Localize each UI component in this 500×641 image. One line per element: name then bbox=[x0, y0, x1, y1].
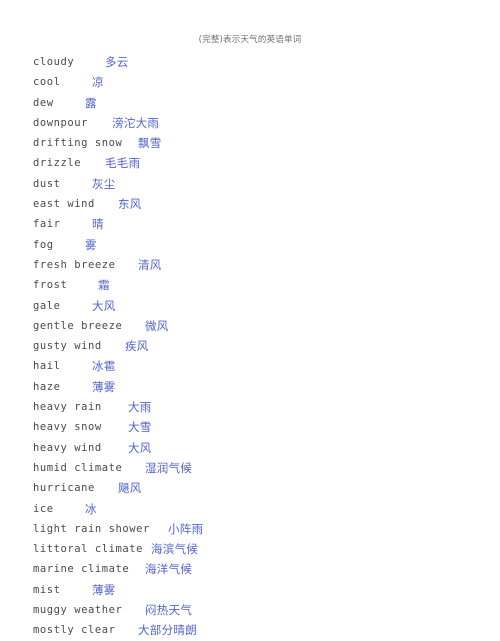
vocabulary-translation: 灰尘 bbox=[92, 176, 116, 191]
vocabulary-term: fresh breeze bbox=[33, 258, 116, 271]
vocabulary-list: cloudy 多云 cool 凉 dew 露 downpour 滂沱大雨 drifting sn… bbox=[33, 52, 493, 641]
vocabulary-translation: 滂沱大雨 bbox=[112, 115, 160, 130]
vocabulary-term: dust bbox=[33, 177, 61, 190]
vocabulary-row: east wind 东风 bbox=[33, 194, 493, 214]
vocabulary-translation: 大雪 bbox=[128, 420, 152, 435]
vocabulary-term: gusty wind bbox=[33, 340, 102, 353]
vocabulary-row: mostly clear 大部分晴朗 bbox=[33, 620, 493, 640]
page-title: (完整)表示天气的英语单词 bbox=[198, 35, 302, 45]
vocabulary-term: haze bbox=[33, 380, 61, 393]
vocabulary-term: downpour bbox=[33, 116, 88, 129]
vocabulary-row: fog 雾 bbox=[33, 235, 493, 255]
vocabulary-term: frost bbox=[33, 279, 68, 292]
vocabulary-translation: 疾风 bbox=[125, 339, 149, 354]
vocabulary-row: light rain shower 小阵雨 bbox=[33, 519, 493, 539]
vocabulary-term: heavy wind bbox=[33, 441, 102, 454]
vocabulary-row: heavy snow 大雪 bbox=[33, 417, 493, 437]
vocabulary-row: drizzle 毛毛雨 bbox=[33, 153, 493, 173]
vocabulary-translation: 微风 bbox=[145, 318, 169, 333]
vocabulary-term: drifting snow bbox=[33, 137, 123, 150]
vocabulary-term: light rain shower bbox=[33, 522, 150, 535]
vocabulary-translation: 飘雪 bbox=[138, 136, 162, 151]
vocabulary-translation: 大部分晴朗 bbox=[138, 623, 197, 638]
vocabulary-term: marine climate bbox=[33, 563, 130, 576]
vocabulary-term: cloudy bbox=[33, 56, 75, 68]
vocabulary-translation: 大风 bbox=[92, 298, 116, 313]
vocabulary-translation: 大风 bbox=[128, 440, 152, 455]
vocabulary-row: heavy wind 大风 bbox=[33, 438, 493, 458]
vocabulary-term: east wind bbox=[33, 198, 95, 211]
vocabulary-translation: 晴 bbox=[92, 217, 104, 232]
vocabulary-row: fair 晴 bbox=[33, 214, 493, 234]
vocabulary-row: dust 灰尘 bbox=[33, 174, 493, 194]
vocabulary-term: humid climate bbox=[33, 461, 123, 474]
vocabulary-translation: 飓风 bbox=[118, 481, 142, 496]
vocabulary-translation: 冰 bbox=[85, 501, 97, 516]
vocabulary-row: haze 薄雾 bbox=[33, 377, 493, 397]
vocabulary-translation: 薄雾 bbox=[92, 379, 116, 394]
vocabulary-row: dew 露 bbox=[33, 93, 493, 113]
vocabulary-translation: 清风 bbox=[138, 257, 162, 272]
vocabulary-row: hail 冰雹 bbox=[33, 356, 493, 376]
vocabulary-term: muggy weather bbox=[33, 604, 123, 617]
vocabulary-row: muggy weather 闷热天气 bbox=[33, 600, 493, 620]
vocabulary-term: hurricane bbox=[33, 482, 95, 495]
vocabulary-translation: 毛毛雨 bbox=[105, 156, 141, 171]
vocabulary-term: gentle breeze bbox=[33, 319, 123, 332]
vocabulary-row: humid climate 湿润气候 bbox=[33, 458, 493, 478]
vocabulary-term: mostly clear bbox=[33, 624, 116, 637]
vocabulary-term: heavy snow bbox=[33, 421, 102, 434]
vocabulary-translation: 海滨气候 bbox=[151, 542, 199, 557]
vocabulary-term: dew bbox=[33, 96, 54, 109]
vocabulary-translation: 凉 bbox=[92, 75, 104, 90]
vocabulary-translation: 霜 bbox=[98, 278, 110, 293]
vocabulary-translation: 冰雹 bbox=[92, 359, 116, 374]
vocabulary-row: gentle breeze 微风 bbox=[33, 316, 493, 336]
vocabulary-row: ice 冰 bbox=[33, 499, 493, 519]
vocabulary-translation: 东风 bbox=[118, 197, 142, 212]
vocabulary-translation: 海洋气候 bbox=[145, 562, 193, 577]
vocabulary-term: littoral climate bbox=[33, 543, 143, 556]
vocabulary-term: fog bbox=[33, 238, 54, 251]
vocabulary-row: fresh breeze 清风 bbox=[33, 255, 493, 275]
vocabulary-translation: 闷热天气 bbox=[145, 603, 193, 618]
vocabulary-translation: 露 bbox=[85, 95, 97, 110]
vocabulary-term: cool bbox=[33, 76, 61, 89]
vocabulary-term: ice bbox=[33, 502, 54, 515]
vocabulary-term: fair bbox=[33, 218, 61, 231]
document-page: (完整)表示天气的英语单词 cloudy 多云 cool 凉 dew 露 downpour 滂… bbox=[0, 0, 500, 637]
vocabulary-term: mist bbox=[33, 583, 61, 596]
vocabulary-translation: 小阵雨 bbox=[168, 521, 204, 536]
vocabulary-row: mist 薄雾 bbox=[33, 580, 493, 600]
vocabulary-term: heavy rain bbox=[33, 401, 102, 414]
vocabulary-translation: 多云 bbox=[105, 55, 129, 69]
vocabulary-translation: 薄雾 bbox=[92, 582, 116, 597]
vocabulary-translation: 雾 bbox=[85, 237, 97, 252]
vocabulary-row: hurricane 飓风 bbox=[33, 478, 493, 498]
vocabulary-row: frost 霜 bbox=[33, 275, 493, 295]
vocabulary-translation: 湿润气候 bbox=[145, 460, 193, 475]
vocabulary-row: downpour 滂沱大雨 bbox=[33, 113, 493, 133]
vocabulary-row: marine climate 海洋气候 bbox=[33, 559, 493, 579]
vocabulary-row: littoral climate 海滨气候 bbox=[33, 539, 493, 559]
vocabulary-row: cloudy 多云 bbox=[33, 52, 493, 72]
vocabulary-row: gale 大风 bbox=[33, 296, 493, 316]
vocabulary-row: cool 凉 bbox=[33, 72, 493, 92]
vocabulary-term: hail bbox=[33, 360, 61, 373]
vocabulary-term: drizzle bbox=[33, 157, 82, 170]
vocabulary-translation: 大雨 bbox=[128, 400, 152, 415]
vocabulary-term: gale bbox=[33, 299, 61, 312]
vocabulary-row: heavy rain 大雨 bbox=[33, 397, 493, 417]
vocabulary-row: gusty wind 疾风 bbox=[33, 336, 493, 356]
vocabulary-row: drifting snow 飘雪 bbox=[33, 133, 493, 153]
